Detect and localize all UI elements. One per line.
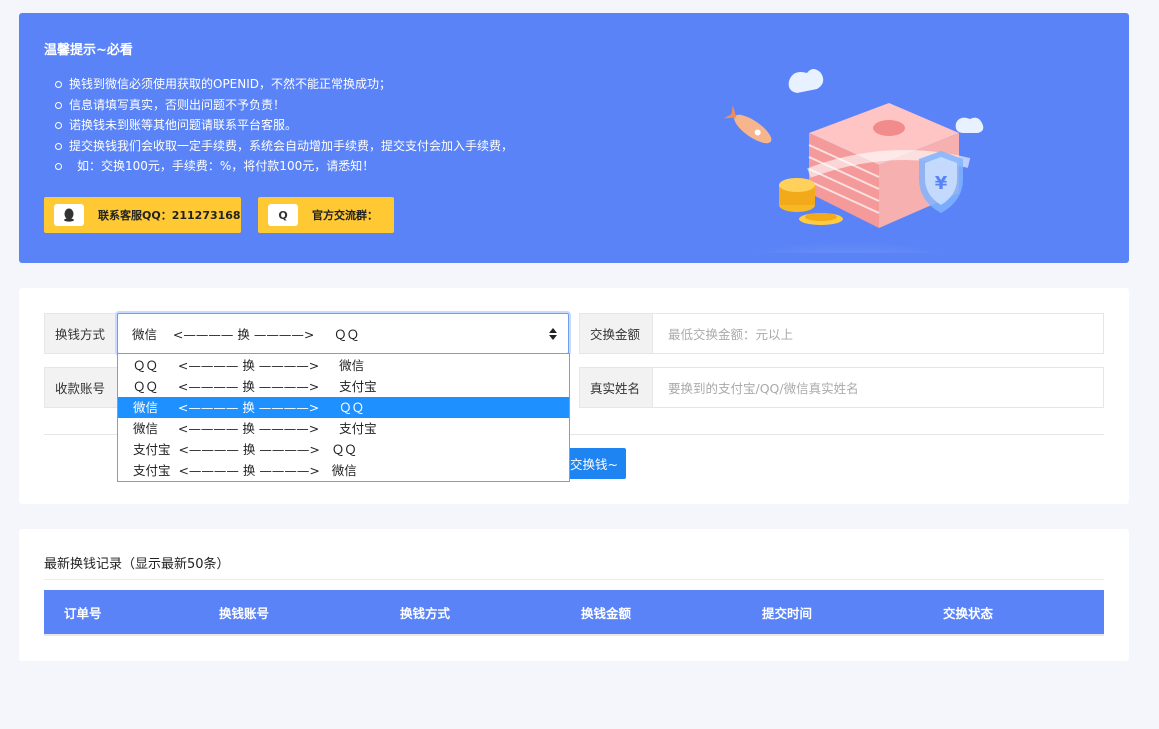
contact-service-button[interactable]: 联系客服QQ：211273168	[44, 197, 241, 233]
records-table-header: 订单号 换钱账号 换钱方式 换钱金额 提交时间 交换状态	[44, 590, 1104, 634]
contact-service-label: 联系客服QQ：211273168	[98, 209, 241, 222]
column-header-method: 换钱方式	[400, 605, 451, 621]
tip-item: 信息请填写真实，否则出问题不予负责！	[53, 95, 573, 116]
svg-text:¥: ¥	[935, 173, 948, 194]
column-header-account: 换钱账号	[219, 605, 270, 621]
records-divider	[44, 579, 1104, 580]
money-illustration: ¥	[699, 69, 999, 253]
exchange-method-value: 微信 <———— 换 ————> ＱＱ	[132, 327, 360, 342]
receive-account-label: 收款账号	[45, 368, 118, 407]
records-card: 最新换钱记录（显示最新50条） 订单号 换钱账号 换钱方式 换钱金额 提交时间 …	[19, 529, 1129, 661]
tip-item: 如：交换100元，手续费：%，将付款100元，请悉知！	[53, 156, 573, 177]
exchange-method-select[interactable]: 微信 <———— 换 ————> ＱＱ	[117, 313, 569, 354]
tips-list: 换钱到微信必须使用获取的OPENID，不然不能正常换成功； 信息请填写真实，否则…	[53, 74, 573, 177]
exchange-amount-field: 交换金额 最低交换金额：元以上	[579, 313, 1104, 354]
column-header-time: 提交时间	[762, 605, 813, 621]
method-option[interactable]: 支付宝 <———— 换 ————> 微信	[118, 460, 569, 481]
banner-title: 温馨提示~必看	[44, 43, 133, 58]
tip-item: 换钱到微信必须使用获取的OPENID，不然不能正常换成功；	[53, 74, 573, 95]
records-title: 最新换钱记录（显示最新50条）	[44, 557, 230, 572]
exchange-amount-input[interactable]: 最低交换金额：元以上	[653, 314, 1103, 353]
tip-item: 提交换钱我们会收取一定手续费，系统会自动增加手续费，提交支付会加入手续费，	[53, 136, 573, 157]
exchange-amount-label: 交换金额	[580, 314, 653, 353]
real-name-label: 真实姓名	[580, 368, 653, 407]
real-name-field: 真实姓名 要换到的支付宝/QQ/微信真实姓名	[579, 367, 1104, 408]
q-icon: Q	[268, 204, 298, 226]
method-option-selected[interactable]: 微信 <———— 换 ————> ＱＱ	[118, 397, 569, 418]
real-name-input[interactable]: 要换到的支付宝/QQ/微信真实姓名	[653, 368, 1103, 407]
official-group-button[interactable]: Q 官方交流群：	[258, 197, 394, 233]
method-option[interactable]: 支付宝 <———— 换 ————> ＱＱ	[118, 439, 569, 460]
exchange-method-dropdown: ＱＱ <———— 换 ————> 微信 ＱＱ <———— 换 ————> 支付宝…	[117, 353, 570, 482]
select-arrows-icon	[549, 328, 557, 340]
column-header-order-id: 订单号	[64, 605, 102, 621]
notice-banner: 温馨提示~必看 换钱到微信必须使用获取的OPENID，不然不能正常换成功； 信息…	[19, 13, 1129, 263]
tip-item: 诺换钱未到账等其他问题请联系平台客服。	[53, 115, 573, 136]
method-option[interactable]: 微信 <———— 换 ————> 支付宝	[118, 418, 569, 439]
method-option[interactable]: ＱＱ <———— 换 ————> 微信	[118, 355, 569, 376]
table-bottom-border	[44, 634, 1104, 636]
qq-penguin-icon	[54, 204, 84, 226]
column-header-status: 交换状态	[943, 605, 994, 621]
official-group-label: 官方交流群：	[312, 209, 378, 222]
exchange-method-label: 换钱方式	[45, 314, 118, 353]
column-header-amount: 换钱金额	[581, 605, 632, 621]
method-option[interactable]: ＱＱ <———— 换 ————> 支付宝	[118, 376, 569, 397]
